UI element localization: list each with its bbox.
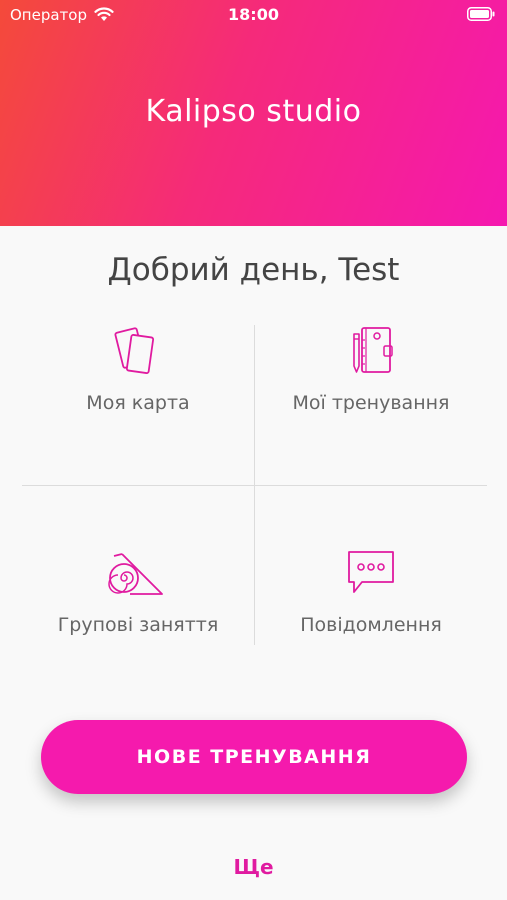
tile-group-classes[interactable]: Групові заняття	[22, 548, 254, 636]
chat-icon	[348, 551, 394, 593]
header: Оператор 18:00 Kalipso studio	[0, 0, 507, 226]
cards-icon	[114, 327, 155, 374]
tile-label-messages: Повідомлення	[300, 614, 442, 636]
new-workout-button[interactable]: НОВЕ ТРЕНУВАННЯ	[41, 720, 467, 794]
notebook-icon	[353, 327, 393, 373]
tile-label-my-card: Моя карта	[86, 392, 190, 414]
battery-icon	[467, 7, 495, 21]
tile-messages[interactable]: Повідомлення	[255, 548, 487, 636]
status-time: 18:00	[228, 5, 279, 24]
app-title: Kalipso studio	[145, 94, 362, 129]
yoga-mat-icon	[108, 553, 163, 595]
grid-divider-horizontal	[22, 485, 487, 486]
status-bar: Оператор 18:00	[0, 0, 507, 30]
tile-label-my-workouts: Мої тренування	[292, 392, 450, 414]
more-link[interactable]: Ще	[0, 855, 507, 879]
tile-my-workouts[interactable]: Мої тренування	[255, 326, 487, 414]
tile-label-group-classes: Групові заняття	[57, 614, 219, 636]
tile-my-card[interactable]: Моя карта	[22, 326, 254, 414]
greeting-text: Добрий день, Test	[107, 252, 400, 288]
